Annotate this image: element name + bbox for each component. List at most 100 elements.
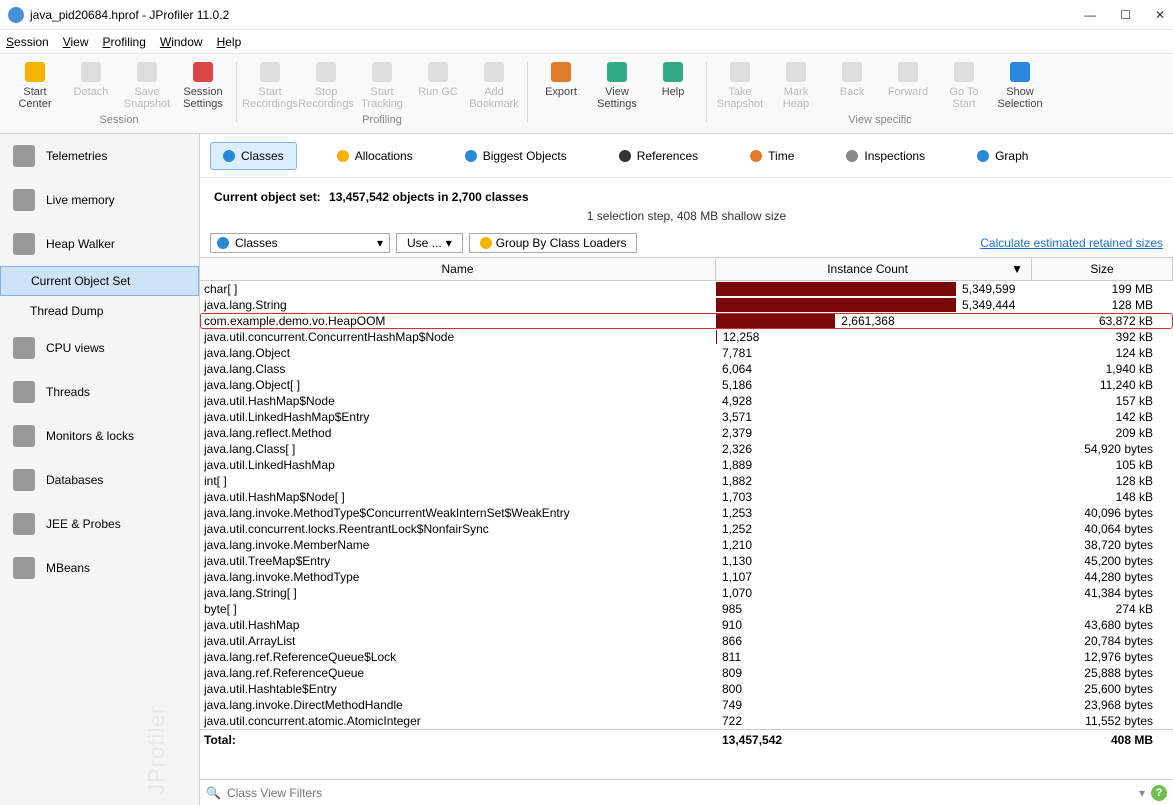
view-settings-button[interactable]: ViewSettings (590, 58, 644, 112)
column-name[interactable]: Name (200, 258, 716, 280)
use-button[interactable]: Use ...▾ (396, 233, 463, 253)
table-row[interactable]: java.util.HashMap$Node4,928157 kB (200, 393, 1173, 409)
table-row[interactable]: int[ ]1,882128 kB (200, 473, 1173, 489)
sidebar-item-current-object-set[interactable]: Current Object Set (0, 266, 199, 296)
table-row[interactable]: java.util.HashMap91043,680 bytes (200, 617, 1173, 633)
instance-count: 5,349,599 (956, 282, 1015, 296)
class-name: java.util.ArrayList (200, 634, 716, 648)
size-value: 41,384 bytes (1032, 586, 1173, 600)
table-row[interactable]: java.util.LinkedHashMap1,889105 kB (200, 457, 1173, 473)
help-icon[interactable]: ? (1151, 785, 1167, 801)
table-row[interactable]: java.util.concurrent.locks.ReentrantLock… (200, 521, 1173, 537)
table-row[interactable]: java.lang.Object[ ]5,18611,240 kB (200, 377, 1173, 393)
instance-count: 1,070 (716, 586, 752, 600)
tab-label: Inspections (864, 149, 925, 163)
table-row[interactable]: char[ ]5,349,599199 MB (200, 281, 1173, 297)
table-row[interactable]: java.lang.invoke.DirectMethodHandle74923… (200, 697, 1173, 713)
table-row[interactable]: java.util.concurrent.atomic.AtomicIntege… (200, 713, 1173, 729)
instance-count: 722 (716, 714, 742, 728)
instance-count-cell: 6,064 (716, 362, 1032, 376)
column-size[interactable]: Size (1032, 258, 1173, 280)
sidebar-item-threads[interactable]: Threads (0, 370, 199, 414)
calculate-retained-link[interactable]: Calculate estimated retained sizes (980, 236, 1163, 250)
close-icon[interactable]: ✕ (1155, 8, 1165, 22)
session-settings-button[interactable]: SessionSettings (176, 58, 230, 112)
run-gc-button: Run GC (411, 58, 465, 112)
table-row[interactable]: java.lang.invoke.MemberName1,21038,720 b… (200, 537, 1173, 553)
menu-view[interactable]: View (63, 35, 89, 49)
sidebar-item-heap-walker[interactable]: Heap Walker (0, 222, 199, 266)
table-row[interactable]: java.lang.String5,349,444128 MB (200, 297, 1173, 313)
sidebar-item-telemetries[interactable]: Telemetries (0, 134, 199, 178)
start-center-button[interactable]: StartCenter (8, 58, 62, 112)
group-by-button[interactable]: Group By Class Loaders (469, 233, 638, 253)
sidebar-item-label: Live memory (46, 193, 115, 207)
class-filter-input[interactable] (227, 786, 1133, 800)
instance-count: 811 (716, 650, 741, 664)
instance-count: 12,258 (717, 330, 760, 344)
tab-time[interactable]: Time (738, 143, 806, 169)
table-row[interactable]: java.lang.invoke.MethodType1,10744,280 b… (200, 569, 1173, 585)
maximize-icon[interactable]: ☐ (1120, 8, 1131, 22)
size-value: 11,240 kB (1032, 378, 1173, 392)
take-snapshot-icon (728, 60, 752, 84)
instance-count: 1,130 (716, 554, 752, 568)
sidebar-item-databases[interactable]: Databases (0, 458, 199, 502)
table-row[interactable]: java.util.ArrayList86620,784 bytes (200, 633, 1173, 649)
start-tracking-label: StartTracking (361, 86, 403, 110)
sidebar-item-thread-dump[interactable]: Thread Dump (0, 296, 199, 326)
table-row[interactable]: java.lang.ref.ReferenceQueue$Lock81112,9… (200, 649, 1173, 665)
instance-count-cell: 2,661,368 (716, 314, 1032, 328)
table-row[interactable]: java.util.TreeMap$Entry1,13045,200 bytes (200, 553, 1173, 569)
tab-references[interactable]: References (607, 143, 710, 169)
chevron-down-icon[interactable]: ▾ (1139, 786, 1145, 800)
forward-icon (896, 60, 920, 84)
size-value: 40,096 bytes (1032, 506, 1173, 520)
sidebar-item-monitors-locks[interactable]: Monitors & locks (0, 414, 199, 458)
tab-graph[interactable]: Graph (965, 143, 1040, 169)
menu-help[interactable]: Help (217, 35, 242, 49)
table-row[interactable]: java.util.concurrent.ConcurrentHashMap$N… (200, 329, 1173, 345)
class-table[interactable]: Name Instance Count ▼ Size char[ ] 5,349,… (200, 257, 1173, 779)
table-row[interactable]: java.util.Hashtable$Entry80025,600 bytes (200, 681, 1173, 697)
export-icon (549, 60, 573, 84)
table-row[interactable]: java.util.HashMap$Node[ ]1,703148 kB (200, 489, 1173, 505)
menu-session[interactable]: Session (6, 35, 49, 49)
show-selection-button[interactable]: ShowSelection (993, 58, 1047, 112)
minimize-icon[interactable]: — (1084, 8, 1096, 22)
instance-count-cell: 1,703 (716, 490, 1032, 504)
table-row[interactable]: java.lang.Class[ ]2,32654,920 bytes (200, 441, 1173, 457)
instance-count: 800 (716, 682, 742, 696)
menu-profiling[interactable]: Profiling (103, 35, 146, 49)
help-button[interactable]: Help (646, 58, 700, 112)
table-row[interactable]: java.lang.Class6,0641,940 kB (200, 361, 1173, 377)
sidebar-item-mbeans[interactable]: MBeans (0, 546, 199, 590)
table-row[interactable]: java.util.LinkedHashMap$Entry3,571142 kB (200, 409, 1173, 425)
table-row[interactable]: byte[ ]985274 kB (200, 601, 1173, 617)
tab-classes[interactable]: Classes (210, 142, 297, 170)
tab-inspections[interactable]: Inspections (834, 143, 937, 169)
show-selection-label: ShowSelection (997, 86, 1042, 110)
table-row[interactable]: java.lang.Object7,781124 kB (200, 345, 1173, 361)
tab-allocations[interactable]: Allocations (325, 143, 425, 169)
instance-count-cell: 5,186 (716, 378, 1032, 392)
table-row[interactable]: java.lang.reflect.Method2,379209 kB (200, 425, 1173, 441)
table-row[interactable]: java.lang.invoke.MethodType$ConcurrentWe… (200, 505, 1173, 521)
classes-icon (223, 150, 235, 162)
table-row[interactable]: java.lang.String[ ]1,07041,384 bytes (200, 585, 1173, 601)
class-name: char[ ] (200, 282, 716, 296)
sidebar-item-cpu-views[interactable]: CPU views (0, 326, 199, 370)
sidebar-item-jee-probes[interactable]: JEE & Probes (0, 502, 199, 546)
table-row[interactable]: com.example.demo.vo.HeapOOM2,661,36863,8… (200, 313, 1173, 329)
table-row[interactable]: java.lang.ref.ReferenceQueue80925,888 by… (200, 665, 1173, 681)
export-button[interactable]: Export (534, 58, 588, 112)
aggregation-selector[interactable]: Classes ▾ (210, 233, 390, 253)
class-name: java.lang.reflect.Method (200, 426, 716, 440)
count-bar (716, 282, 956, 296)
menu-window[interactable]: Window (160, 35, 203, 49)
instance-count-cell: 1,210 (716, 538, 1032, 552)
sidebar-item-label: Telemetries (46, 149, 107, 163)
tab-biggest-objects[interactable]: Biggest Objects (453, 143, 579, 169)
sidebar-item-live-memory[interactable]: Live memory (0, 178, 199, 222)
column-instance-count[interactable]: Instance Count ▼ (716, 258, 1032, 280)
